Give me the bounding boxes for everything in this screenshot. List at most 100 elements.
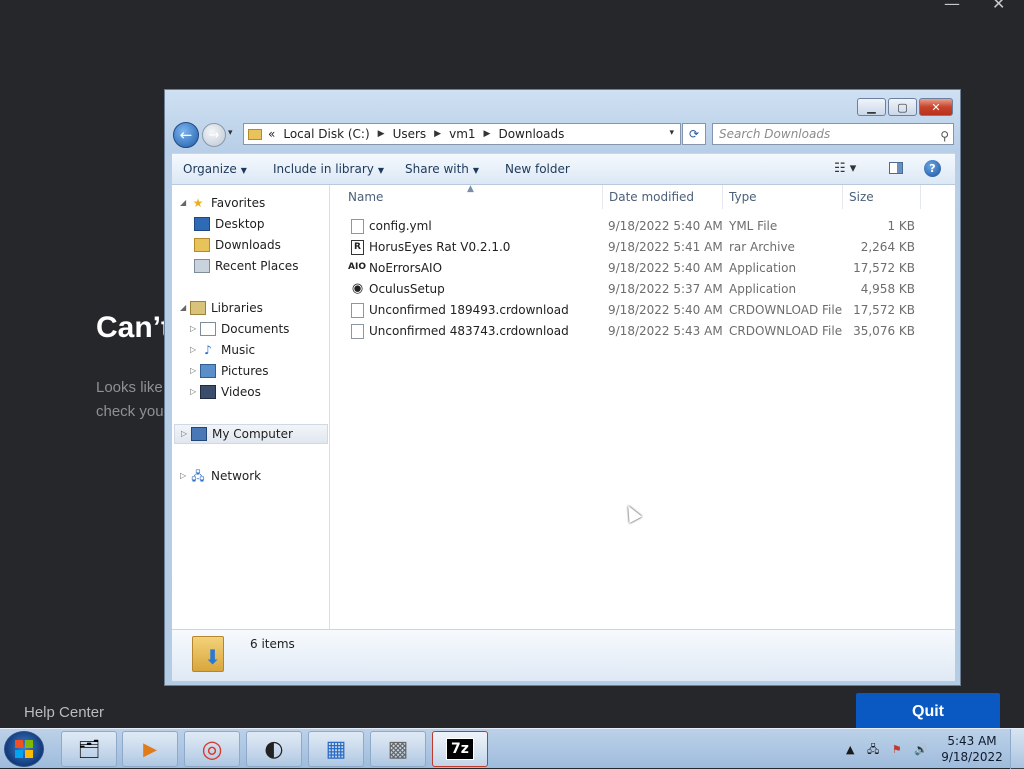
nav-documents-label: Documents <box>221 322 290 336</box>
taskbar-app-button[interactable]: ◐ <box>246 731 302 767</box>
nav-videos[interactable]: ▷ Videos <box>190 382 261 402</box>
nav-my-computer[interactable]: ▷ My Computer <box>174 424 328 444</box>
quit-button[interactable]: Quit <box>856 693 1000 731</box>
media-player-icon: ▶ <box>143 738 157 760</box>
include-in-library-button[interactable]: Include in library ▼ <box>273 162 384 176</box>
back-button[interactable]: ← <box>173 122 199 148</box>
collapse-arrow-icon[interactable]: ▷ <box>190 340 200 360</box>
collapse-arrow-icon[interactable]: ▷ <box>190 361 200 381</box>
nav-desktop-label: Desktop <box>215 217 265 231</box>
file-type: Application <box>729 261 797 275</box>
nav-favorites[interactable]: ◢ ★ Favorites <box>180 193 265 213</box>
libraries-icon <box>190 301 206 315</box>
windows-logo-icon <box>15 740 33 758</box>
file-row[interactable]: config.yml 9/18/2022 5:40 AM YML File 1 … <box>330 216 955 237</box>
nav-libraries[interactable]: ◢ Libraries <box>180 298 263 318</box>
preview-pane-icon[interactable] <box>889 162 903 174</box>
clock[interactable]: 5:43 AM 9/18/2022 <box>940 733 1004 765</box>
taskbar-explorer-button[interactable]: 🗂 <box>61 731 117 767</box>
clock-time: 5:43 AM <box>947 734 997 748</box>
collapse-arrow-icon[interactable]: ▷ <box>190 382 200 402</box>
taskbar-control-panel-button[interactable]: ▦ <box>308 731 364 767</box>
history-dropdown-icon[interactable]: ▾ <box>228 128 233 138</box>
search-icon[interactable]: ⚲ <box>940 126 949 146</box>
file-row[interactable]: AIO NoErrorsAIO 9/18/2022 5:40 AM Applic… <box>330 258 955 279</box>
column-header-name[interactable]: Name ▲ <box>330 184 603 209</box>
bg-body-line-1: Looks like <box>96 379 163 396</box>
nav-pictures-label: Pictures <box>221 364 269 378</box>
help-center-link[interactable]: Help Center <box>24 704 104 721</box>
nav-downloads[interactable]: Downloads <box>194 235 281 255</box>
file-row[interactable]: Unconfirmed 189493.crdownload 9/18/2022 … <box>330 300 955 321</box>
taskbar-bricks-button[interactable]: ▩ <box>370 731 426 767</box>
bg-minimize-button[interactable]: — <box>944 0 960 13</box>
organize-button[interactable]: Organize ▼ <box>183 162 247 176</box>
show-hidden-icons-icon[interactable]: ▲ <box>846 743 854 756</box>
file-type: rar Archive <box>729 240 795 254</box>
address-dropdown-icon[interactable]: ▾ <box>669 128 674 138</box>
crumb-separator-icon[interactable]: ▶ <box>378 129 385 139</box>
crumb-users[interactable]: Users <box>393 127 427 141</box>
taskbar-7zip-button[interactable]: 7z <box>432 731 488 767</box>
forward-button[interactable]: → <box>202 123 226 147</box>
expand-arrow-icon[interactable]: ◢ <box>180 193 190 213</box>
expand-arrow-icon[interactable]: ◢ <box>180 298 190 318</box>
file-row[interactable]: Unconfirmed 483743.crdownload 9/18/2022 … <box>330 321 955 342</box>
desktop-icon <box>194 217 210 231</box>
new-folder-button[interactable]: New folder <box>505 162 570 176</box>
network-status-icon[interactable]: 🖧 <box>867 743 879 756</box>
nav-documents[interactable]: ▷ Documents <box>190 319 289 339</box>
clock-date: 9/18/2022 <box>941 750 1003 764</box>
file-row[interactable]: ◉ OculusSetup 9/18/2022 5:37 AM Applicat… <box>330 279 955 300</box>
item-count: 6 items <box>250 637 295 651</box>
7zip-icon: 7z <box>446 738 474 760</box>
crumb-vm1[interactable]: vm1 <box>449 127 475 141</box>
window-minimize-button[interactable]: ▁ <box>857 98 886 116</box>
nav-pictures[interactable]: ▷ Pictures <box>190 361 269 381</box>
nav-my-computer-label: My Computer <box>212 427 293 441</box>
explorer-window: ▁ ▢ ✕ ← → ▾ « Local Disk (C:) ▶ Users ▶ … <box>164 89 961 686</box>
volume-icon[interactable]: 🔊 <box>914 743 928 756</box>
column-header-type[interactable]: Type <box>723 185 843 209</box>
column-header-size[interactable]: Size <box>843 185 921 209</box>
file-name: HorusEyes Rat V0.2.1.0 <box>369 240 511 254</box>
caret-down-icon: ▼ <box>472 166 480 175</box>
refresh-button[interactable]: ⟳ <box>682 123 706 145</box>
column-header-date[interactable]: Date modified <box>603 185 723 209</box>
show-desktop-button[interactable] <box>1010 729 1024 769</box>
bg-close-icon[interactable]: ✕ <box>992 0 1005 13</box>
address-bar[interactable]: « Local Disk (C:) ▶ Users ▶ vm1 ▶ Downlo… <box>243 123 681 145</box>
crumb-downloads[interactable]: Downloads <box>498 127 564 141</box>
start-button[interactable] <box>4 731 44 767</box>
crumb-local-disk[interactable]: Local Disk (C:) <box>283 127 369 141</box>
nav-music[interactable]: ▷ ♪ Music <box>190 340 255 360</box>
crumb-separator-icon[interactable]: ▶ <box>484 129 491 139</box>
share-with-button[interactable]: Share with ▼ <box>405 162 479 176</box>
nav-desktop[interactable]: Desktop <box>194 214 265 234</box>
file-name: config.yml <box>369 219 432 233</box>
control-panel-icon: ▦ <box>325 736 347 762</box>
collapse-arrow-icon[interactable]: ▷ <box>180 466 190 486</box>
taskbar-chrome-button[interactable]: ◎ <box>184 731 240 767</box>
window-maximize-button[interactable]: ▢ <box>888 98 917 116</box>
pictures-icon <box>200 364 216 378</box>
nav-network[interactable]: ▷ 🖧 Network <box>180 466 261 486</box>
collapse-arrow-icon[interactable]: ▷ <box>181 424 191 444</box>
crumb-separator-icon[interactable]: ▶ <box>434 129 441 139</box>
search-input[interactable]: Search Downloads ⚲ <box>712 123 954 145</box>
file-type: CRDOWNLOAD File <box>729 303 843 317</box>
file-row[interactable]: R HorusEyes Rat V0.2.1.0 9/18/2022 5:41 … <box>330 237 955 258</box>
collapse-arrow-icon[interactable]: ▷ <box>190 319 200 339</box>
file-date: 9/18/2022 5:40 AM <box>608 261 723 275</box>
action-center-flag-icon[interactable]: ⚑ <box>892 743 902 756</box>
window-close-button[interactable]: ✕ <box>919 98 953 116</box>
file-size: 35,076 KB <box>853 324 915 338</box>
include-in-library-label: Include in library <box>273 162 374 176</box>
nav-recent-places-label: Recent Places <box>215 259 299 273</box>
file-name: OculusSetup <box>369 282 445 296</box>
change-view-icon[interactable]: ☷ ▾ <box>834 161 856 176</box>
nav-recent-places[interactable]: Recent Places <box>194 256 298 276</box>
address-overflow[interactable]: « <box>268 127 275 141</box>
help-icon[interactable]: ? <box>924 160 941 177</box>
taskbar-media-player-button[interactable]: ▶ <box>122 731 178 767</box>
